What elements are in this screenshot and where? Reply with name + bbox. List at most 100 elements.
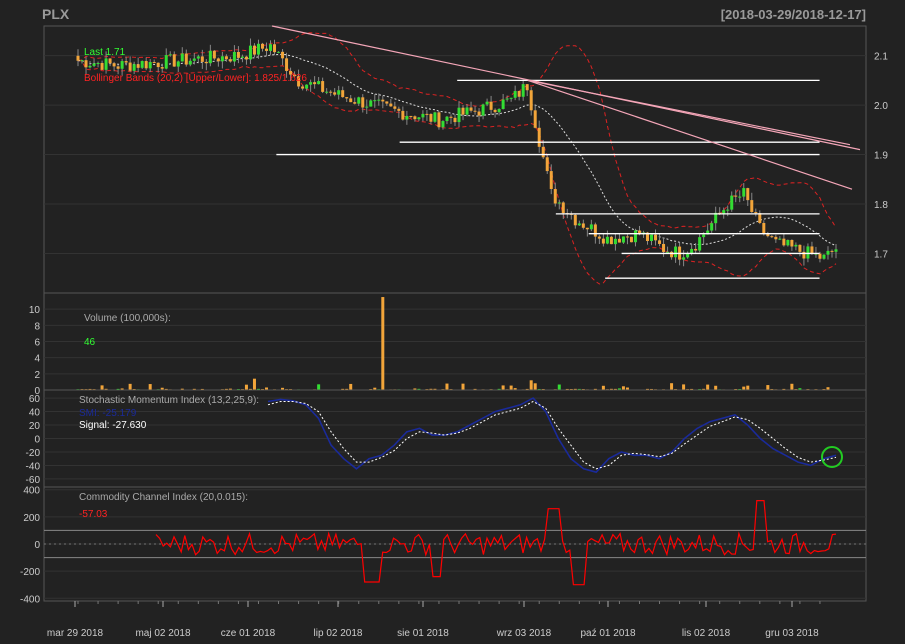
candle-body — [826, 250, 830, 255]
candle-body — [625, 236, 629, 238]
candle-body — [553, 189, 557, 204]
volume-bar — [766, 385, 770, 390]
candle-body — [260, 43, 264, 49]
candle-body — [236, 51, 240, 58]
candle-body — [401, 110, 405, 120]
volume-bar — [244, 384, 248, 390]
candle-body — [369, 100, 373, 107]
volume-bar — [601, 385, 605, 390]
cci-tick-label: 200 — [23, 513, 40, 524]
candle-body — [269, 44, 273, 51]
candle-body — [76, 55, 80, 61]
candle-body — [433, 112, 437, 122]
candle-body — [172, 54, 176, 67]
candle-body — [449, 116, 453, 118]
candle-body — [309, 82, 313, 85]
candle-body — [445, 116, 449, 122]
candle-body — [581, 223, 585, 228]
candle-body — [285, 58, 289, 71]
candle-body — [321, 81, 325, 92]
price-tick-label: 1.8 — [874, 200, 888, 211]
candle-body — [754, 212, 758, 214]
candle-body — [786, 239, 790, 246]
candle-body — [429, 113, 433, 122]
volume-bar — [461, 383, 465, 390]
volume-bar — [252, 378, 256, 390]
candle-body — [734, 195, 738, 197]
candle-body — [208, 50, 212, 64]
candle-body — [573, 214, 577, 226]
candle-body — [228, 59, 232, 62]
candle-body — [690, 248, 694, 254]
candle-body — [517, 90, 521, 97]
candle-body — [305, 84, 309, 89]
candle-body — [549, 171, 553, 190]
cci-panel: 400 200 0 -200 -400 — [20, 486, 867, 605]
volume-bar — [128, 383, 132, 390]
candle-body — [613, 238, 617, 245]
candle-body — [473, 110, 477, 112]
candle-body — [365, 106, 369, 108]
candle-body — [160, 67, 164, 69]
candle-body — [349, 98, 353, 103]
x-tick-label: gru 03 2018 — [765, 628, 819, 639]
candle-body — [313, 82, 317, 85]
candle-body — [104, 58, 108, 70]
candle-body — [212, 50, 216, 59]
candle-body — [188, 60, 192, 65]
candle-body — [144, 61, 148, 69]
candle-body — [373, 100, 377, 102]
candle-body — [421, 113, 425, 118]
x-tick-label: wrz 03 2018 — [496, 628, 552, 639]
candle-body — [184, 53, 188, 65]
cci-tick-label: 0 — [34, 540, 40, 551]
candle-body — [108, 58, 112, 64]
candle-body — [557, 202, 561, 204]
candle-body — [662, 243, 666, 252]
candle-body — [381, 99, 385, 102]
candle-body — [248, 45, 252, 60]
x-tick-label: lis 02 2018 — [682, 628, 731, 639]
candle-body — [92, 63, 96, 66]
candle-body — [746, 188, 750, 201]
candle-body — [654, 234, 658, 241]
candle-body — [738, 196, 742, 198]
candle-body — [256, 43, 260, 55]
candle-body — [702, 234, 706, 238]
volume-title: Volume (100,000s): — [84, 313, 171, 324]
x-tick-label: lip 02 2018 — [314, 628, 363, 639]
candle-body — [128, 62, 132, 71]
candle-body — [273, 44, 277, 53]
volume-bar — [670, 383, 674, 390]
candle-body — [333, 92, 337, 95]
price-tick-label: 1.7 — [874, 249, 888, 260]
candle-body — [529, 90, 533, 111]
candle-body — [477, 111, 481, 116]
candle-body — [413, 116, 417, 120]
candle-body — [617, 238, 621, 243]
smi-title: Stochastic Momentum Index (13,2,25,9): — [79, 395, 259, 406]
candle-body — [666, 251, 670, 253]
chart-svg: PLX [2018-03-29/2018-12-17] 1.7 1.8 1.9 2.0… — [20, 6, 888, 639]
candle-body — [722, 210, 726, 214]
cci-tick-label: 400 — [23, 486, 40, 497]
candle-body — [609, 236, 613, 245]
candle-body — [301, 86, 305, 89]
volume-bar — [501, 385, 505, 390]
candle-body — [774, 236, 778, 240]
candle-body — [730, 195, 734, 210]
candle-body — [112, 63, 116, 67]
date-range: [2018-03-29/2018-12-17] — [721, 7, 866, 22]
candle-body — [762, 222, 766, 234]
volume-bar — [790, 383, 794, 390]
candle-body — [790, 239, 794, 247]
price-tick-label: 2.1 — [874, 52, 888, 63]
candle-body — [164, 55, 168, 69]
candle-body — [794, 244, 798, 247]
smi-tick-label: -60 — [26, 475, 41, 486]
candle-body — [605, 236, 609, 244]
candle-body — [244, 56, 248, 60]
candle-body — [148, 62, 152, 69]
volume-tick-label: 6 — [34, 338, 40, 349]
volume-bar — [746, 385, 750, 390]
